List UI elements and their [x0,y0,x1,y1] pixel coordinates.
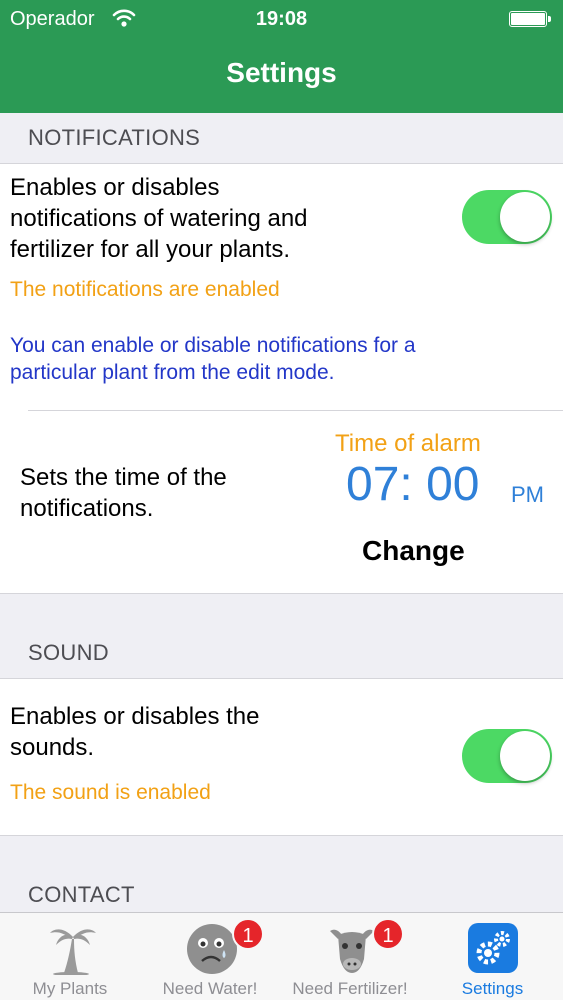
section-header-notifications: NOTIFICATIONS [28,125,201,150]
notifications-status: The notifications are enabled [10,278,280,301]
tab-my-plants[interactable]: My Plants [0,913,140,1000]
notifications-toggle[interactable] [462,190,552,244]
palm-tree-icon [50,929,96,975]
description-line: notifications of watering and [10,205,308,232]
battery-icon [509,11,551,27]
notification-badge: 1 [232,918,264,950]
status-time: 19:08 [255,8,308,30]
cow-icon [330,929,374,973]
section-header-contact: CONTACT [28,882,135,907]
tab-label: Settings [461,979,524,998]
page-title: Settings [226,57,337,88]
toggle-knob [500,192,550,242]
toggle-knob [500,731,550,781]
alarm-description: Sets the time of the notifications. [20,462,227,524]
alarm-ampm: PM [511,482,544,507]
description-line: fertilizer for all your plants. [10,236,291,263]
description-line: Enables or disables the [10,703,260,730]
change-time-button[interactable]: Change [362,535,465,567]
divider [28,410,563,411]
description-line: notifications. [20,495,154,522]
notifications-description: Enables or disables notifications of wat… [10,172,308,265]
status-bar: Operador 19:08 [0,0,563,38]
sound-status: The sound is enabled [10,781,211,804]
hint-line: You can enable or disable notifications … [10,334,416,357]
sound-description: Enables or disables the sounds. [10,701,260,763]
sad-face-icon [187,924,237,974]
sound-toggle[interactable] [462,729,552,783]
notification-badge: 1 [372,918,404,950]
alarm-time: 07: 00 [346,458,480,511]
alarm-label: Time of alarm [335,430,481,457]
notifications-hint: You can enable or disable notifications … [10,332,416,386]
tab-need-water[interactable]: 1 Need Water! [140,913,280,1000]
hint-line: particular plant from the edit mode. [10,361,335,384]
tab-label: Need Water! [162,979,258,998]
notifications-card: Enables or disables notifications of wat… [0,163,563,594]
sound-card: Enables or disables the sounds. The soun… [0,678,563,836]
tab-settings[interactable]: Settings [422,913,563,1000]
tab-label: My Plants [32,979,108,998]
description-line: sounds. [10,734,95,761]
description-line: Sets the time of the [20,464,227,491]
tab-need-fertilizer[interactable]: 1 Need Fertilizer! [280,913,420,1000]
gears-icon [468,923,518,973]
description-line: Enables or disables [10,174,220,201]
tab-bar: My Plants 1 Need Water! 1 Need Fertilize… [0,912,563,1000]
nav-header: Operador 19:08 Settings [0,0,563,113]
tab-label: Need Fertilizer! [292,979,408,998]
section-header-sound: SOUND [28,640,109,665]
